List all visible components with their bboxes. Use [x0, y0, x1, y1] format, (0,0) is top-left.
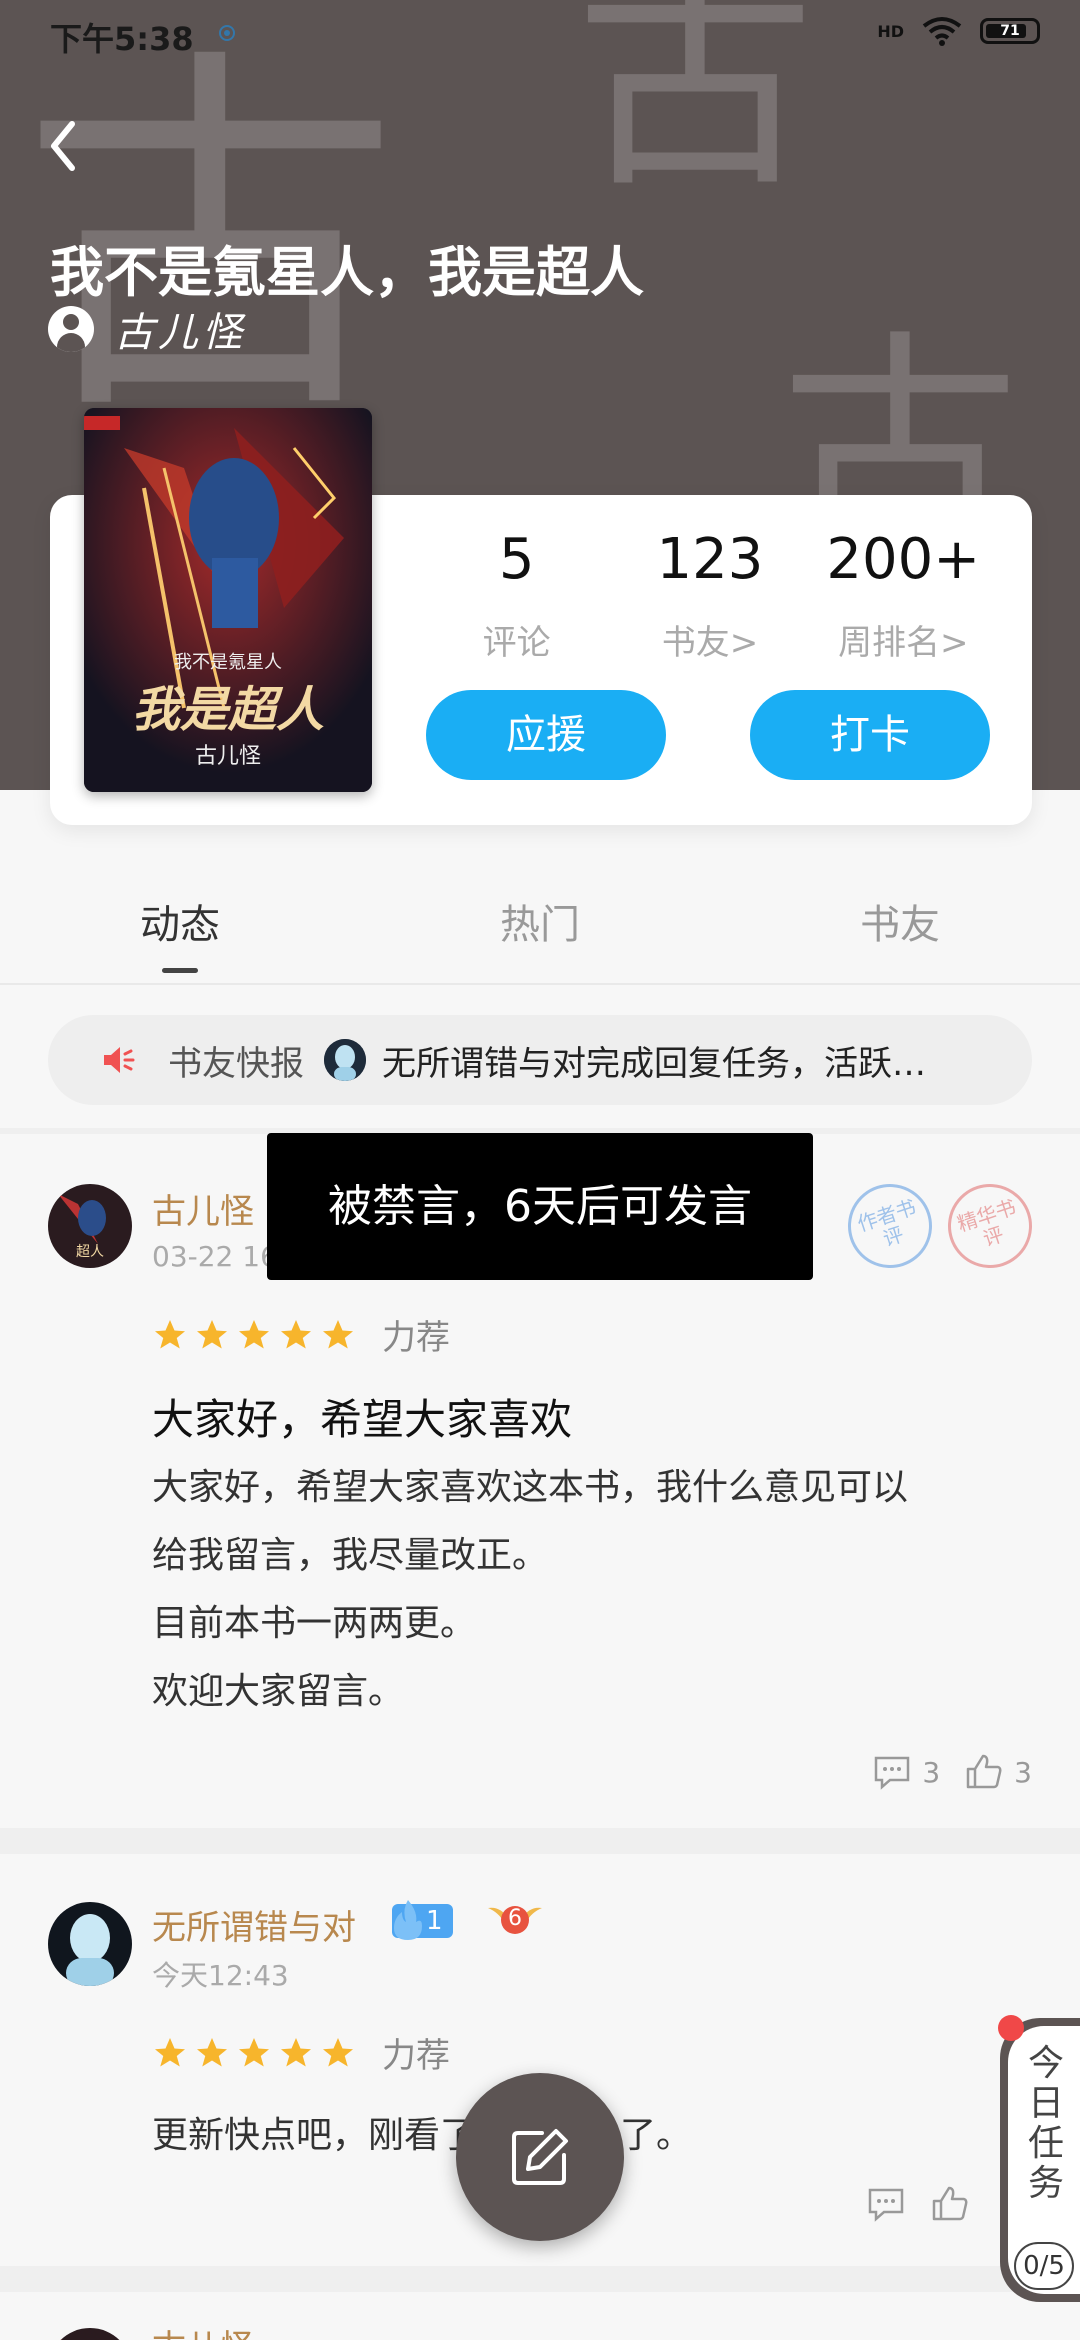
star-icon — [155, 1319, 185, 1348]
svg-text:超人: 超人 — [76, 1244, 104, 1260]
status-bar: 下午5:38 HD 71 — [0, 0, 1080, 70]
post-body-line: 目前本书一两两更。 — [152, 1603, 477, 1644]
tab-readers[interactable]: 书友 — [720, 885, 1080, 983]
star-icon — [197, 2037, 227, 2066]
book-stats: 5 评论 123 书友> 200+ 周排名> — [420, 525, 1000, 664]
like-count: 3 — [1014, 1755, 1032, 1789]
stat-label: 评论 — [482, 623, 551, 663]
star-icon — [323, 1319, 353, 1348]
star-icon — [155, 2037, 185, 2066]
comment-icon — [875, 1756, 910, 1790]
daily-task-tab[interactable]: 今日任务 0/5 — [1000, 2018, 1080, 2302]
rating-stars: 力荐 — [152, 1310, 450, 1359]
edit-icon — [512, 2129, 568, 2185]
avatar[interactable] — [48, 2328, 132, 2340]
checkin-button[interactable]: 打卡 — [750, 690, 990, 780]
star-icon — [323, 2037, 353, 2066]
daily-task-label: 今日任务 — [1027, 2043, 1064, 2204]
reader-news-bar[interactable]: 书友快报 无所谓错与对完成回复任务，活跃… — [48, 1015, 1032, 1105]
author-name: 古儿怪 — [114, 310, 246, 356]
star-icon — [239, 2037, 269, 2066]
post-author-name[interactable]: 古儿怪 — [152, 2320, 254, 2340]
like-button[interactable] — [930, 2184, 970, 2224]
comment-count: 3 — [922, 1755, 941, 1789]
notice-text: 无所谓错与对完成回复任务，活跃… — [382, 1043, 926, 1084]
write-review-button[interactable] — [456, 2073, 624, 2241]
tab-bar: 动态 热门 书友 — [0, 885, 1080, 985]
post-time: 今天12:43 — [152, 1959, 289, 1992]
post-body-line: 欢迎大家留言。 — [152, 1671, 405, 1712]
back-button[interactable] — [40, 110, 90, 180]
star-icon — [281, 1319, 311, 1348]
cover-author: 古儿怪 — [194, 744, 261, 769]
comment-icon — [868, 2188, 904, 2222]
author-review-stamp: 作者书评 — [837, 1173, 943, 1279]
tab-activity[interactable]: 动态 — [0, 885, 360, 983]
comment-button[interactable]: 3 — [872, 1752, 940, 1792]
post-title: 大家好，希望大家喜欢 — [152, 1395, 573, 1444]
avatar[interactable]: 超人 — [48, 1184, 132, 1268]
star-icon — [239, 1319, 269, 1348]
post-author-name[interactable]: 无所谓错与对 — [152, 1900, 356, 1949]
daily-task-count: 0/5 — [1014, 2242, 1074, 2290]
mute-toast: 被禁言，6天后可发言 — [267, 1133, 813, 1280]
stat-comments[interactable]: 5 评论 — [420, 525, 613, 664]
status-time: 下午5:38 — [50, 20, 194, 58]
notification-dot — [998, 2015, 1024, 2041]
tab-hot[interactable]: 热门 — [360, 885, 720, 983]
post-actions: 3 3 — [872, 1752, 1032, 1792]
stat-value: 5 — [498, 527, 535, 592]
cover-title: 我是超人 — [131, 682, 324, 738]
thumbs-up-icon — [932, 2186, 968, 2221]
stat-label: 书友> — [661, 623, 759, 663]
wifi-icon — [922, 17, 962, 46]
stat-label: 周排名> — [838, 623, 969, 663]
post-card[interactable]: 古儿怪 — [0, 2292, 1080, 2340]
notification-icon — [219, 25, 235, 41]
notice-label: 书友快报 — [168, 1043, 304, 1084]
author-avatar-icon — [48, 306, 94, 352]
thumbs-up-icon — [966, 1754, 1002, 1789]
speaker-icon — [104, 1047, 135, 1073]
post-author-name[interactable]: 古儿怪 — [152, 1184, 254, 1233]
stat-value: 123 — [656, 527, 764, 592]
star-icon — [197, 1319, 227, 1348]
featured-review-stamp: 精华书评 — [937, 1173, 1043, 1279]
post-body: 大家好，希望大家喜欢这本书，我什么意见可以 给我留言，我尽量改正。 目前本书一两… — [152, 1454, 1032, 1726]
fan-level-badge: 1 — [392, 1900, 453, 1940]
stat-readers[interactable]: 123 书友> — [613, 525, 806, 664]
post-time: 03-22 16 — [152, 1240, 278, 1273]
network-hd-icon: HD — [877, 21, 904, 41]
like-button[interactable]: 3 — [964, 1752, 1032, 1792]
flame-icon — [394, 1900, 422, 1940]
post-body-line: 大家好，希望大家喜欢这本书，我什么意见可以 — [152, 1467, 909, 1508]
divider — [0, 2266, 1080, 2292]
stat-weekly-rank[interactable]: 200+ 周排名> — [807, 525, 1000, 664]
book-cover[interactable]: 我不是氪星人 我是超人 古儿怪 — [84, 408, 372, 792]
divider — [0, 1828, 1080, 1854]
book-title: 我不是氪星人，我是超人 — [50, 241, 644, 304]
fan-level: 1 — [426, 1906, 443, 1936]
notice-avatar — [324, 1039, 366, 1081]
recommend-label: 力荐 — [382, 1318, 450, 1358]
support-button[interactable]: 应援 — [426, 690, 666, 780]
stat-value: 200+ — [826, 527, 981, 592]
rating-stars: 力荐 — [152, 2028, 450, 2077]
comment-button[interactable] — [866, 2184, 906, 2224]
post-body-line: 给我留言，我尽量改正。 — [152, 1535, 549, 1576]
author-row[interactable]: 古儿怪 — [48, 300, 246, 358]
avatar[interactable] — [48, 1902, 132, 1986]
user-level: 6 — [508, 1906, 522, 1931]
battery-icon: 71 — [980, 18, 1040, 44]
recommend-label: 力荐 — [382, 2036, 450, 2076]
star-icon — [281, 2037, 311, 2066]
post-actions — [866, 2184, 970, 2224]
